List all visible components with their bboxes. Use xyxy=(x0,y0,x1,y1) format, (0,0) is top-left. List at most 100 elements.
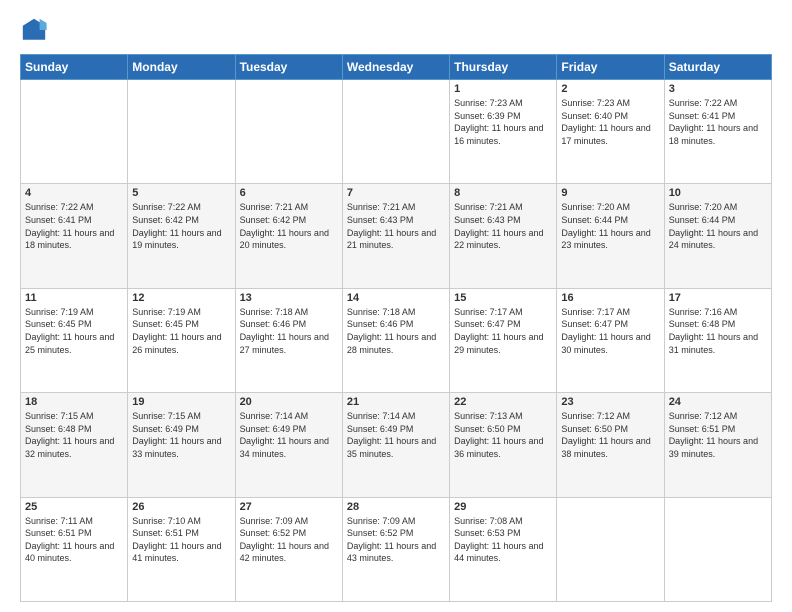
weekday-header-thursday: Thursday xyxy=(450,55,557,80)
day-number: 23 xyxy=(561,396,659,408)
day-number: 1 xyxy=(454,83,552,95)
day-number: 26 xyxy=(132,501,230,513)
calendar-week-row: 18 Sunrise: 7:15 AMSunset: 6:48 PMDayligh… xyxy=(21,393,772,497)
calendar-cell: 14 Sunrise: 7:18 AMSunset: 6:46 PMDayligh… xyxy=(342,288,449,392)
day-info: Sunrise: 7:16 AMSunset: 6:48 PMDaylight:… xyxy=(669,306,767,356)
day-info: Sunrise: 7:22 AMSunset: 6:41 PMDaylight:… xyxy=(25,201,123,251)
day-number: 29 xyxy=(454,501,552,513)
day-number: 20 xyxy=(240,396,338,408)
calendar-table: SundayMondayTuesdayWednesdayThursdayFrid… xyxy=(20,54,772,602)
calendar-cell xyxy=(21,80,128,184)
day-number: 12 xyxy=(132,292,230,304)
day-number: 24 xyxy=(669,396,767,408)
day-number: 13 xyxy=(240,292,338,304)
calendar-cell: 4 Sunrise: 7:22 AMSunset: 6:41 PMDaylight… xyxy=(21,184,128,288)
calendar-header-row: SundayMondayTuesdayWednesdayThursdayFrid… xyxy=(21,55,772,80)
day-number: 18 xyxy=(25,396,123,408)
calendar-cell: 18 Sunrise: 7:15 AMSunset: 6:48 PMDayligh… xyxy=(21,393,128,497)
day-info: Sunrise: 7:09 AMSunset: 6:52 PMDaylight:… xyxy=(240,515,338,565)
day-info: Sunrise: 7:18 AMSunset: 6:46 PMDaylight:… xyxy=(240,306,338,356)
calendar-cell: 12 Sunrise: 7:19 AMSunset: 6:45 PMDayligh… xyxy=(128,288,235,392)
day-info: Sunrise: 7:20 AMSunset: 6:44 PMDaylight:… xyxy=(561,201,659,251)
day-info: Sunrise: 7:14 AMSunset: 6:49 PMDaylight:… xyxy=(240,410,338,460)
calendar-cell: 22 Sunrise: 7:13 AMSunset: 6:50 PMDayligh… xyxy=(450,393,557,497)
calendar-cell xyxy=(557,497,664,601)
day-info: Sunrise: 7:19 AMSunset: 6:45 PMDaylight:… xyxy=(132,306,230,356)
weekday-header-tuesday: Tuesday xyxy=(235,55,342,80)
header xyxy=(20,16,772,44)
calendar-cell: 6 Sunrise: 7:21 AMSunset: 6:42 PMDaylight… xyxy=(235,184,342,288)
weekday-header-monday: Monday xyxy=(128,55,235,80)
day-number: 7 xyxy=(347,187,445,199)
calendar-cell: 3Sunrise: 7:22 AMSunset: 6:41 PMDaylight… xyxy=(664,80,771,184)
day-number: 28 xyxy=(347,501,445,513)
day-info: Sunrise: 7:13 AMSunset: 6:50 PMDaylight:… xyxy=(454,410,552,460)
day-number: 21 xyxy=(347,396,445,408)
calendar-cell: 5Sunrise: 7:22 AMSunset: 6:42 PMDaylight… xyxy=(128,184,235,288)
day-number: 4 xyxy=(25,187,123,199)
day-info: Sunrise: 7:21 AMSunset: 6:42 PMDaylight:… xyxy=(240,201,338,251)
weekday-header-friday: Friday xyxy=(557,55,664,80)
day-number: 16 xyxy=(561,292,659,304)
calendar-cell: 17 Sunrise: 7:16 AMSunset: 6:48 PMDayligh… xyxy=(664,288,771,392)
calendar-cell: 29 Sunrise: 7:08 AMSunset: 6:53 PMDayligh… xyxy=(450,497,557,601)
day-number: 9 xyxy=(561,187,659,199)
calendar-cell: 28 Sunrise: 7:09 AMSunset: 6:52 PMDayligh… xyxy=(342,497,449,601)
day-info: Sunrise: 7:21 AMSunset: 6:43 PMDaylight:… xyxy=(347,201,445,251)
day-number: 22 xyxy=(454,396,552,408)
calendar-cell: 9 Sunrise: 7:20 AMSunset: 6:44 PMDaylight… xyxy=(557,184,664,288)
day-number: 14 xyxy=(347,292,445,304)
calendar-cell: 21 Sunrise: 7:14 AMSunset: 6:49 PMDayligh… xyxy=(342,393,449,497)
weekday-header-sunday: Sunday xyxy=(21,55,128,80)
day-info: Sunrise: 7:17 AMSunset: 6:47 PMDaylight:… xyxy=(561,306,659,356)
calendar-cell: 1Sunrise: 7:23 AMSunset: 6:39 PMDaylight… xyxy=(450,80,557,184)
calendar-cell: 10 Sunrise: 7:20 AMSunset: 6:44 PMDayligh… xyxy=(664,184,771,288)
calendar-week-row: 11 Sunrise: 7:19 AMSunset: 6:45 PMDayligh… xyxy=(21,288,772,392)
day-number: 27 xyxy=(240,501,338,513)
calendar-cell: 13 Sunrise: 7:18 AMSunset: 6:46 PMDayligh… xyxy=(235,288,342,392)
day-info: Sunrise: 7:09 AMSunset: 6:52 PMDaylight:… xyxy=(347,515,445,565)
calendar-cell: 24 Sunrise: 7:12 AMSunset: 6:51 PMDayligh… xyxy=(664,393,771,497)
calendar-cell: 11 Sunrise: 7:19 AMSunset: 6:45 PMDayligh… xyxy=(21,288,128,392)
calendar-cell: 25 Sunrise: 7:11 AMSunset: 6:51 PMDayligh… xyxy=(21,497,128,601)
day-info: Sunrise: 7:12 AMSunset: 6:50 PMDaylight:… xyxy=(561,410,659,460)
calendar-cell: 19 Sunrise: 7:15 AMSunset: 6:49 PMDayligh… xyxy=(128,393,235,497)
day-info: Sunrise: 7:08 AMSunset: 6:53 PMDaylight:… xyxy=(454,515,552,565)
calendar-week-row: 1Sunrise: 7:23 AMSunset: 6:39 PMDaylight… xyxy=(21,80,772,184)
calendar-cell: 15Sunrise: 7:17 AMSunset: 6:47 PMDayligh… xyxy=(450,288,557,392)
day-info: Sunrise: 7:15 AMSunset: 6:48 PMDaylight:… xyxy=(25,410,123,460)
day-number: 5 xyxy=(132,187,230,199)
weekday-header-saturday: Saturday xyxy=(664,55,771,80)
day-number: 15 xyxy=(454,292,552,304)
day-number: 11 xyxy=(25,292,123,304)
day-info: Sunrise: 7:15 AMSunset: 6:49 PMDaylight:… xyxy=(132,410,230,460)
day-number: 2 xyxy=(561,83,659,95)
calendar-cell xyxy=(664,497,771,601)
calendar-cell: 23 Sunrise: 7:12 AMSunset: 6:50 PMDayligh… xyxy=(557,393,664,497)
day-number: 25 xyxy=(25,501,123,513)
day-number: 3 xyxy=(669,83,767,95)
calendar-cell: 2Sunrise: 7:23 AMSunset: 6:40 PMDaylight… xyxy=(557,80,664,184)
calendar-week-row: 4 Sunrise: 7:22 AMSunset: 6:41 PMDaylight… xyxy=(21,184,772,288)
calendar-cell xyxy=(128,80,235,184)
calendar-cell xyxy=(235,80,342,184)
day-info: Sunrise: 7:11 AMSunset: 6:51 PMDaylight:… xyxy=(25,515,123,565)
calendar-cell: 16 Sunrise: 7:17 AMSunset: 6:47 PMDayligh… xyxy=(557,288,664,392)
day-info: Sunrise: 7:14 AMSunset: 6:49 PMDaylight:… xyxy=(347,410,445,460)
day-info: Sunrise: 7:20 AMSunset: 6:44 PMDaylight:… xyxy=(669,201,767,251)
day-number: 19 xyxy=(132,396,230,408)
day-info: Sunrise: 7:12 AMSunset: 6:51 PMDaylight:… xyxy=(669,410,767,460)
day-number: 17 xyxy=(669,292,767,304)
day-number: 10 xyxy=(669,187,767,199)
day-info: Sunrise: 7:19 AMSunset: 6:45 PMDaylight:… xyxy=(25,306,123,356)
day-info: Sunrise: 7:21 AMSunset: 6:43 PMDaylight:… xyxy=(454,201,552,251)
logo-icon xyxy=(20,16,48,44)
logo xyxy=(20,16,52,44)
day-info: Sunrise: 7:18 AMSunset: 6:46 PMDaylight:… xyxy=(347,306,445,356)
day-info: Sunrise: 7:10 AMSunset: 6:51 PMDaylight:… xyxy=(132,515,230,565)
calendar-week-row: 25 Sunrise: 7:11 AMSunset: 6:51 PMDayligh… xyxy=(21,497,772,601)
day-number: 6 xyxy=(240,187,338,199)
calendar-cell: 27 Sunrise: 7:09 AMSunset: 6:52 PMDayligh… xyxy=(235,497,342,601)
calendar-cell: 8Sunrise: 7:21 AMSunset: 6:43 PMDaylight… xyxy=(450,184,557,288)
weekday-header-wednesday: Wednesday xyxy=(342,55,449,80)
